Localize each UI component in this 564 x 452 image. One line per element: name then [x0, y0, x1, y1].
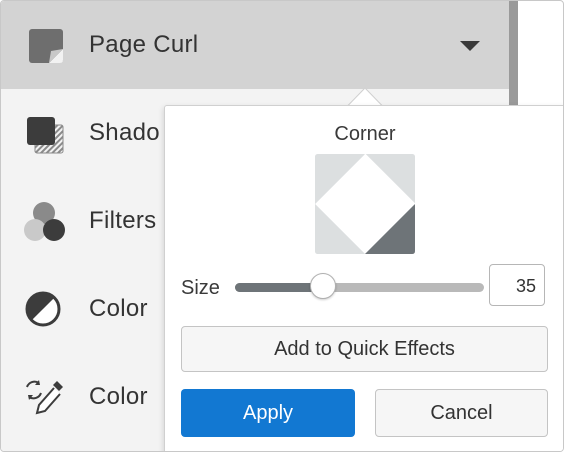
menu-item-label: Filters [89, 207, 157, 234]
menu-item-label: Color [89, 383, 148, 410]
size-slider[interactable] [235, 283, 484, 292]
menu-item-page-curl[interactable]: Page Curl [1, 1, 509, 89]
size-label: Size [181, 277, 220, 299]
popover-pointer [347, 87, 383, 107]
menu-item-label: Color [89, 295, 148, 322]
color-replace-icon [26, 380, 63, 415]
page-curl-popover: Corner Size 35 Add to Quick Effects Appl… [164, 105, 563, 451]
size-input[interactable]: 35 [489, 264, 545, 306]
window-frame: Page Curl Shado Filters Color Color Corn… [0, 0, 564, 452]
page-curl-icon [29, 29, 63, 63]
shadow-icon [27, 117, 64, 154]
scrollbar[interactable] [509, 1, 518, 113]
apply-button[interactable]: Apply [181, 389, 355, 437]
add-to-quick-effects-button[interactable]: Add to Quick Effects [181, 326, 548, 372]
size-slider-fill [235, 283, 323, 292]
filters-icon [24, 202, 65, 241]
menu-item-label: Shado [89, 119, 160, 146]
color-adjust-icon [25, 291, 61, 327]
menu-item-label: Page Curl [89, 31, 199, 58]
chevron-down-icon[interactable] [458, 39, 482, 53]
corner-title: Corner [334, 123, 396, 145]
corner-selector [315, 154, 415, 254]
size-slider-thumb[interactable] [310, 273, 337, 299]
cancel-button[interactable]: Cancel [375, 389, 548, 437]
